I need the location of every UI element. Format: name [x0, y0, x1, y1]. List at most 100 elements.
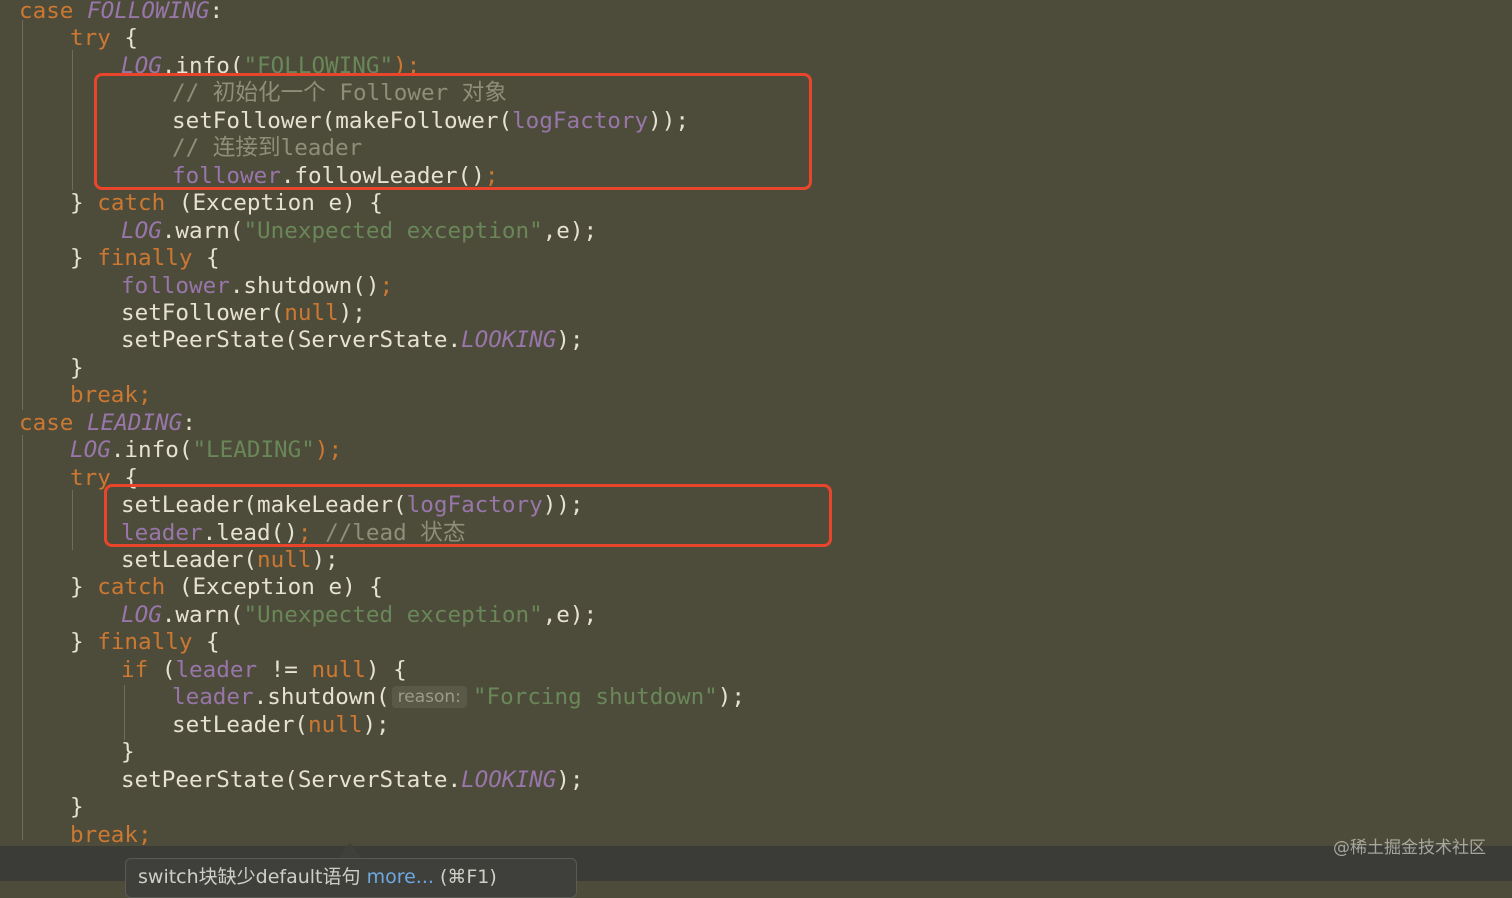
- code-token: .warn(: [161, 601, 244, 628]
- code-token: LOG: [121, 217, 162, 244]
- code-token: !=: [257, 656, 312, 683]
- code-line[interactable]: break;: [70, 822, 152, 847]
- code-token: (: [148, 656, 176, 683]
- code-token: }: [70, 574, 98, 601]
- code-token: );: [362, 711, 390, 738]
- code-token: finally: [97, 245, 193, 272]
- code-token: "Forcing shutdown": [472, 684, 718, 711]
- code-token: }: [70, 190, 98, 217]
- code-token: );: [311, 547, 339, 573]
- code-token: LOOKING: [461, 327, 557, 354]
- code-token: LOG: [121, 601, 162, 628]
- code-line[interactable]: setPeerState(ServerState.LOOKING);: [121, 327, 584, 354]
- code-line[interactable]: LOG.info("LEADING");: [70, 437, 342, 464]
- watermark: @稀土掘金技术社区: [1333, 838, 1486, 858]
- tooltip-text: switch块缺少default语句: [138, 866, 367, 888]
- code-token: :: [182, 409, 196, 436]
- code-line[interactable]: setFollower(null);: [121, 300, 366, 327]
- code-editor[interactable]: case FOLLOWING: try {LOG.info("FOLLOWING"…: [0, 0, 1512, 846]
- code-token: try: [70, 25, 111, 52]
- code-token: LOOKING: [461, 766, 557, 793]
- code-line[interactable]: } catch (Exception e) {: [70, 574, 383, 601]
- code-token: null: [308, 711, 363, 738]
- code-token: break;: [70, 821, 152, 847]
- code-line[interactable]: }: [70, 794, 84, 821]
- parameter-hint: reason:: [391, 686, 467, 709]
- code-line[interactable]: try {: [70, 25, 138, 52]
- code-token: case: [19, 0, 88, 24]
- code-token: );: [556, 766, 584, 793]
- code-line[interactable]: LOG.warn("Unexpected exception",e);: [121, 602, 597, 629]
- indent-guide: [124, 685, 125, 740]
- code-token: setLeader(: [172, 711, 309, 738]
- tooltip-shortcut: (⌘F1): [433, 866, 497, 888]
- code-token: null: [284, 299, 339, 326]
- code-token: setPeerState(ServerState.: [121, 327, 462, 354]
- highlight-box-leader: [104, 484, 832, 547]
- code-token: ,e);: [542, 601, 598, 628]
- code-token: ,e);: [542, 217, 598, 244]
- indent-guide: [72, 50, 73, 190]
- code-token: ;: [379, 272, 394, 299]
- code-token: }: [70, 245, 98, 272]
- code-token: FOLLOWING: [87, 0, 210, 24]
- code-token: catch: [97, 190, 166, 217]
- indent-guide: [72, 490, 73, 550]
- code-token: }: [70, 629, 98, 656]
- code-token: }: [70, 354, 84, 381]
- code-token: break;: [70, 382, 152, 409]
- code-line[interactable]: case LEADING:: [19, 410, 196, 437]
- code-token: .warn(: [161, 217, 244, 244]
- code-line[interactable]: } catch (Exception e) {: [70, 190, 383, 217]
- code-token: "Unexpected exception": [243, 601, 543, 628]
- code-token: }: [70, 794, 84, 821]
- code-line[interactable]: } finally {: [70, 245, 220, 272]
- code-token: finally: [97, 629, 193, 656]
- code-line[interactable]: LOG.warn("Unexpected exception",e);: [121, 218, 597, 245]
- code-line[interactable]: follower.shutdown();: [121, 273, 393, 300]
- code-token: {: [192, 629, 220, 656]
- code-token: (Exception e) {: [165, 190, 383, 217]
- code-token: setLeader(: [121, 547, 258, 573]
- code-token: case: [19, 409, 88, 436]
- highlight-box-follower: [94, 73, 812, 190]
- code-token: (Exception e) {: [165, 574, 383, 601]
- indent-guide: [22, 20, 23, 410]
- code-token: .shutdown(): [229, 272, 380, 299]
- code-line[interactable]: setLeader(null);: [121, 547, 339, 574]
- code-token: :: [209, 0, 224, 24]
- code-token: LOG: [70, 437, 111, 464]
- code-token: LEADING: [87, 409, 183, 436]
- code-line[interactable]: break;: [70, 382, 152, 409]
- code-line[interactable]: }: [70, 355, 84, 382]
- code-line[interactable]: }: [121, 739, 135, 766]
- code-token: );: [717, 684, 745, 711]
- code-token: leader: [172, 684, 254, 711]
- code-line[interactable]: setLeader(null);: [172, 712, 390, 739]
- code-line[interactable]: leader.shutdown(reason: "Forcing shutdown…: [172, 684, 745, 711]
- code-line[interactable]: case FOLLOWING:: [19, 0, 223, 25]
- code-line[interactable]: } finally {: [70, 629, 220, 656]
- inspection-tooltip: switch块缺少default语句 more... (⌘F1): [125, 858, 577, 898]
- code-token: {: [110, 25, 139, 52]
- code-line[interactable]: setPeerState(ServerState.LOOKING);: [121, 767, 584, 794]
- code-token: .info(: [110, 437, 193, 464]
- code-token: "Unexpected exception": [243, 217, 543, 244]
- code-token: );: [556, 327, 584, 354]
- code-token: );: [314, 437, 343, 464]
- code-token: null: [257, 547, 312, 573]
- code-token: }: [121, 739, 135, 766]
- code-token: if: [121, 656, 149, 683]
- code-line[interactable]: if (leader != null) {: [121, 657, 407, 684]
- code-token: setFollower(: [121, 299, 285, 326]
- tooltip-arrow: [338, 843, 362, 858]
- code-token: .shutdown(: [253, 684, 390, 711]
- code-token: leader: [175, 656, 258, 683]
- code-token: setPeerState(ServerState.: [121, 766, 462, 793]
- tooltip-more-link[interactable]: more...: [367, 866, 434, 888]
- code-token: "LEADING": [192, 437, 315, 464]
- code-token: {: [192, 245, 220, 272]
- code-token: catch: [97, 574, 166, 601]
- code-token: follower: [121, 272, 230, 299]
- code-token: );: [338, 299, 366, 326]
